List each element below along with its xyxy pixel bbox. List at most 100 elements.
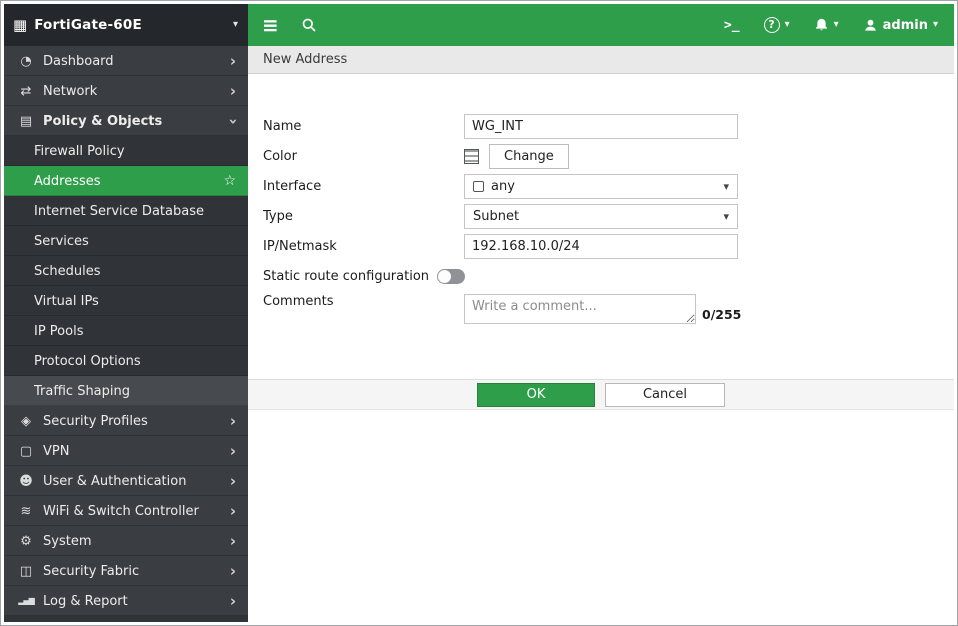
any-interface-icon	[473, 181, 484, 192]
main-content: New Address Name Color Change Interface	[248, 46, 954, 622]
sidebar-item-protocol-options[interactable]: Protocol Options	[4, 346, 248, 376]
chevron-right-icon: ›	[230, 54, 236, 69]
static-route-toggle[interactable]	[437, 269, 465, 284]
sidebar-item-user-authentication[interactable]: ☻ User & Authentication ›	[4, 466, 248, 496]
interface-select[interactable]: any ▾	[464, 174, 738, 199]
sidebar-item-virtual-ips[interactable]: Virtual IPs	[4, 286, 248, 316]
caret-down-icon: ▾	[933, 20, 938, 30]
sidebar-item-security-fabric[interactable]: ◫ Security Fabric ›	[4, 556, 248, 586]
static-route-label: Static route configuration	[263, 269, 429, 284]
sidebar-item-label: Network	[43, 84, 97, 99]
monitor-icon: ▢	[16, 445, 36, 458]
ip-netmask-input[interactable]	[464, 234, 738, 259]
sidebar-item-label: User & Authentication	[43, 474, 186, 489]
sidebar-item-log-report[interactable]: ▂▄▆ Log & Report ›	[4, 586, 248, 616]
sidebar-item-ip-pools[interactable]: IP Pools	[4, 316, 248, 346]
sidebar-item-label: Policy & Objects	[43, 114, 162, 129]
comments-textarea[interactable]	[464, 294, 696, 324]
sidebar-item-label: Schedules	[34, 264, 101, 279]
sidebar-item-addresses[interactable]: Addresses ☆	[4, 166, 248, 196]
char-counter: 0/255	[702, 307, 741, 324]
device-name: FortiGate-60E	[34, 17, 142, 33]
change-color-button[interactable]: Change	[489, 144, 569, 169]
gauge-icon: ◔	[16, 55, 36, 68]
sidebar-item-label: Security Profiles	[43, 414, 148, 429]
ok-button[interactable]: OK	[477, 383, 595, 407]
sidebar-item-label: VPN	[43, 444, 69, 459]
sidebar-item-policy-objects[interactable]: ▤ Policy & Objects ›	[4, 106, 248, 136]
form-row-comments: Comments 0/255	[263, 294, 954, 324]
name-label: Name	[263, 119, 464, 134]
form-footer: OK Cancel	[248, 379, 954, 410]
device-menu[interactable]: ▦ FortiGate-60E ▾	[4, 4, 248, 46]
gear-icon: ⚙	[16, 535, 36, 548]
chevron-right-icon: ›	[230, 564, 236, 579]
menu-toggle-icon[interactable]: ≡	[262, 15, 279, 35]
chevron-right-icon: ›	[230, 534, 236, 549]
sidebar-nav: ◔ Dashboard › ⇄ Network › ▤ Policy & Obj…	[4, 46, 248, 622]
sidebar-item-services[interactable]: Services	[4, 226, 248, 256]
sidebar-item-label: System	[43, 534, 91, 549]
type-label: Type	[263, 209, 464, 224]
help-icon: ?	[764, 17, 780, 33]
notifications-menu[interactable]: ▾	[814, 17, 839, 33]
help-menu[interactable]: ? ▾	[764, 17, 790, 33]
toggle-knob	[438, 270, 451, 283]
sidebar-item-security-profiles[interactable]: ◈ Security Profiles ›	[4, 406, 248, 436]
sidebar-item-label: IP Pools	[34, 324, 83, 339]
dropdown-caret-icon: ▾	[723, 210, 729, 223]
policy-objects-icon: ▤	[16, 115, 36, 128]
sidebar-item-network[interactable]: ⇄ Network ›	[4, 76, 248, 106]
sidebar-item-wifi-switch-controller[interactable]: ≋ WiFi & Switch Controller ›	[4, 496, 248, 526]
admin-label: admin	[883, 18, 928, 33]
topbar-row: ▦ FortiGate-60E ▾ ≡ >_ ? ▾	[4, 4, 954, 46]
search-icon[interactable]	[301, 17, 317, 33]
fortinet-logo-icon: ▦	[13, 18, 27, 33]
lock-icon: ◈	[16, 415, 36, 428]
form-row-ip-netmask: IP/Netmask	[263, 234, 954, 259]
sidebar-item-label: Addresses	[34, 174, 101, 189]
cancel-button[interactable]: Cancel	[605, 383, 725, 407]
comments-label: Comments	[263, 294, 464, 309]
sidebar-item-system[interactable]: ⚙ System ›	[4, 526, 248, 556]
dropdown-caret-icon: ▾	[723, 180, 729, 193]
interface-label: Interface	[263, 179, 464, 194]
new-address-form: Name Color Change Interface any ▾	[248, 74, 954, 329]
chevron-right-icon: ›	[230, 84, 236, 99]
cli-console-icon[interactable]: >_	[724, 18, 740, 33]
caret-down-icon: ▾	[233, 20, 238, 30]
form-row-name: Name	[263, 114, 954, 139]
topbar-right: >_ ? ▾ ▾ admin	[724, 17, 938, 33]
color-label: Color	[263, 149, 464, 164]
sidebar-item-label: Traffic Shaping	[34, 384, 130, 399]
chevron-right-icon: ›	[230, 504, 236, 519]
caret-down-icon: ▾	[834, 20, 839, 30]
sidebar-item-vpn[interactable]: ▢ VPN ›	[4, 436, 248, 466]
sidebar-item-traffic-shaping[interactable]: Traffic Shaping	[4, 376, 248, 406]
ip-netmask-label: IP/Netmask	[263, 239, 464, 254]
chevron-right-icon: ›	[230, 444, 236, 459]
form-row-color: Color Change	[263, 144, 954, 169]
sidebar-item-label: Services	[34, 234, 89, 249]
color-palette-icon[interactable]	[464, 149, 479, 164]
chevron-right-icon: ›	[230, 414, 236, 429]
caret-down-icon: ▾	[785, 20, 790, 30]
chevron-right-icon: ›	[230, 474, 236, 489]
sidebar-item-label: Protocol Options	[34, 354, 141, 369]
admin-menu[interactable]: admin ▾	[863, 18, 938, 33]
chevron-down-icon: ›	[225, 118, 240, 124]
type-select[interactable]: Subnet ▾	[464, 204, 738, 229]
favorite-star-icon[interactable]: ☆	[223, 174, 236, 188]
sidebar-item-dashboard[interactable]: ◔ Dashboard ›	[4, 46, 248, 76]
topbar: ≡ >_ ? ▾ ▾	[248, 4, 954, 46]
name-input[interactable]	[464, 114, 738, 139]
interface-value: any	[491, 179, 515, 194]
sidebar-item-internet-service-database[interactable]: Internet Service Database	[4, 196, 248, 226]
window-frame: ▦ FortiGate-60E ▾ ≡ >_ ? ▾	[0, 0, 958, 626]
form-row-static-route: Static route configuration	[263, 264, 954, 289]
app: ▦ FortiGate-60E ▾ ≡ >_ ? ▾	[4, 4, 954, 622]
sidebar-item-schedules[interactable]: Schedules	[4, 256, 248, 286]
user-icon: ☻	[16, 475, 36, 488]
page-title: New Address	[263, 52, 347, 67]
sidebar-item-firewall-policy[interactable]: Firewall Policy	[4, 136, 248, 166]
